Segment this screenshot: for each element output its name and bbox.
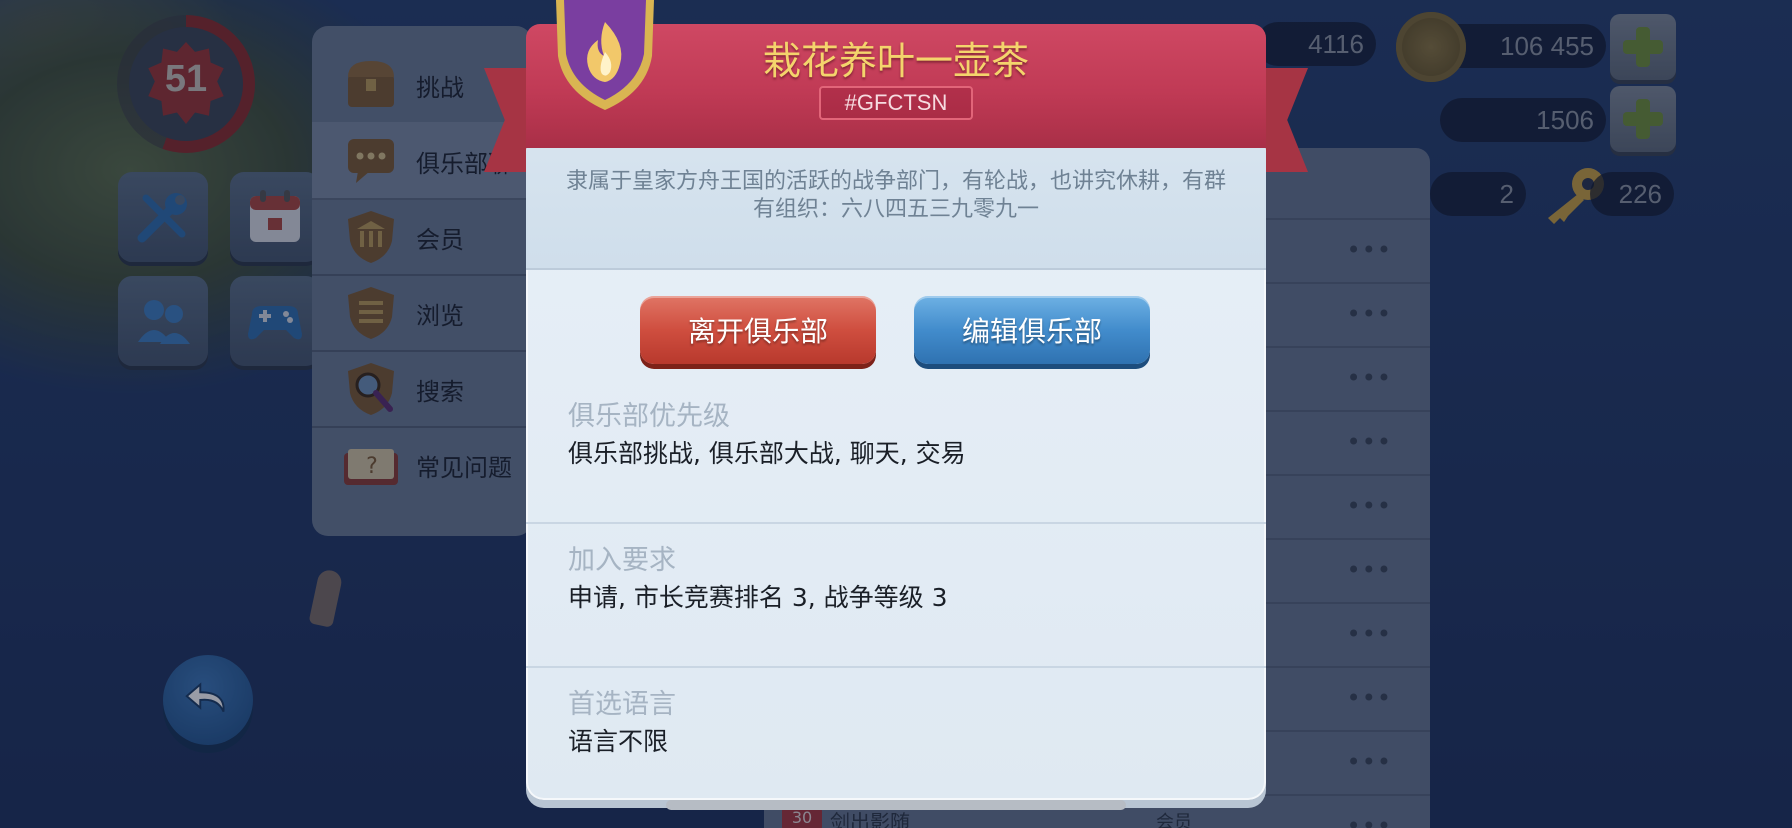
home-indicator bbox=[666, 800, 1126, 810]
club-description: 隶属于皇家方舟王国的活跃的战争部门，有轮战，也讲究休耕，有群有组织：六八四五三九… bbox=[566, 169, 1227, 222]
club-emblem-fire-shield-icon bbox=[556, 0, 654, 110]
section-divider bbox=[526, 666, 1266, 668]
priority-title: 俱乐部优先级 bbox=[568, 401, 730, 432]
language-title: 首选语言 bbox=[568, 689, 676, 720]
section-divider bbox=[526, 522, 1266, 524]
club-tag: #GFCTSN bbox=[819, 86, 973, 120]
game-scene: 51 挑战 俱乐部聊 会员 浏览 搜索 ? 常见问题 ••• ••• ••• •… bbox=[0, 0, 1792, 828]
leave-club-button[interactable]: 离开俱乐部 bbox=[640, 296, 876, 364]
requirements-value: 申请, 市长竞赛排名 3, 战争等级 3 bbox=[568, 583, 948, 612]
club-info-dialog: 隶属于皇家方舟王国的活跃的战争部门，有轮战，也讲究休耕，有群有组织：六八四五三九… bbox=[526, 134, 1266, 800]
edit-club-button[interactable]: 编辑俱乐部 bbox=[914, 296, 1150, 364]
language-value: 语言不限 bbox=[568, 727, 669, 756]
club-description-area: 隶属于皇家方舟王国的活跃的战争部门，有轮战，也讲究休耕，有群有组织：六八四五三九… bbox=[526, 134, 1266, 270]
requirements-title: 加入要求 bbox=[568, 545, 676, 576]
priority-value: 俱乐部挑战, 俱乐部大战, 聊天, 交易 bbox=[568, 439, 966, 468]
